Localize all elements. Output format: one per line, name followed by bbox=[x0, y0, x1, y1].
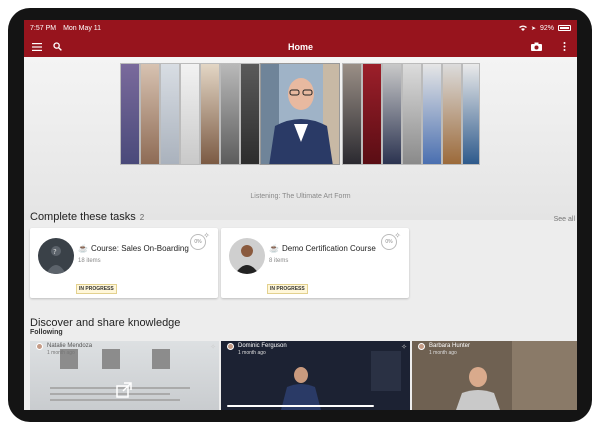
carousel-card[interactable] bbox=[342, 63, 362, 165]
avatar bbox=[418, 343, 425, 350]
app-screen: 7:57 PM Mon May 11 ➤ 92% Home Listening:… bbox=[24, 20, 577, 410]
carousel-card[interactable] bbox=[140, 63, 160, 165]
author-name: Dominic Ferguson bbox=[238, 343, 287, 349]
star-icon[interactable]: ✧ bbox=[210, 343, 216, 351]
carousel-cards bbox=[120, 63, 480, 173]
status-date: Mon May 11 bbox=[63, 24, 102, 32]
tasks-section-title: Complete these tasks 2 bbox=[30, 211, 144, 223]
task-card[interactable]: ☕ Demo Certification Course 8 items IN P… bbox=[221, 228, 409, 298]
tasks-count: 2 bbox=[139, 213, 145, 222]
carousel-card[interactable] bbox=[362, 63, 382, 165]
search-icon[interactable] bbox=[50, 40, 64, 54]
page-title: Home bbox=[287, 41, 313, 52]
carousel-caption: Listening: The Ultimate Art Form bbox=[250, 193, 351, 200]
star-icon[interactable]: ✧ bbox=[401, 343, 407, 351]
course-thumbnail bbox=[229, 238, 265, 274]
carousel-card[interactable] bbox=[120, 63, 140, 165]
star-icon[interactable]: ✧ bbox=[394, 231, 401, 240]
carousel-card[interactable] bbox=[462, 63, 480, 165]
camera-icon[interactable] bbox=[529, 40, 543, 54]
feed-card[interactable]: Natalie Mendoza 1 month ago ✧ bbox=[30, 341, 219, 410]
avatar bbox=[227, 343, 234, 350]
status-time: 7:57 PM bbox=[30, 24, 57, 32]
course-thumbnail: ? bbox=[38, 238, 74, 274]
status-badge: IN PROGRESS bbox=[267, 284, 308, 294]
carousel-featured-card[interactable] bbox=[260, 63, 340, 165]
task-name: ☕ Course: Sales On-Boarding bbox=[78, 244, 189, 253]
status-bar: 7:57 PM Mon May 11 ➤ 92% bbox=[24, 20, 577, 36]
battery-icon bbox=[558, 25, 571, 31]
discover-title: Discover and share knowledge bbox=[30, 317, 181, 329]
external-link-icon[interactable] bbox=[116, 382, 132, 403]
post-time: 1 month ago bbox=[238, 350, 266, 356]
following-label: Following bbox=[30, 329, 63, 336]
course-icon: ☕ bbox=[78, 244, 88, 253]
avatar bbox=[36, 343, 43, 350]
carousel-card[interactable] bbox=[382, 63, 402, 165]
star-icon[interactable]: ✧ bbox=[203, 231, 210, 240]
course-icon: ☕ bbox=[269, 244, 279, 253]
carousel-card[interactable] bbox=[442, 63, 462, 165]
status-badge: IN PROGRESS bbox=[76, 284, 117, 294]
feed-card[interactable]: Barbara Hunter 1 month ago bbox=[412, 341, 577, 410]
post-time: 1 month ago bbox=[47, 350, 75, 356]
svg-text:?: ? bbox=[53, 248, 57, 256]
home-indicator[interactable] bbox=[227, 405, 374, 407]
carousel-card[interactable] bbox=[240, 63, 260, 165]
task-name: ☕ Demo Certification Course bbox=[269, 244, 376, 253]
post-author[interactable]: Natalie Mendoza 1 month ago bbox=[36, 343, 92, 356]
carousel-card[interactable] bbox=[220, 63, 240, 165]
see-all-link[interactable]: See all bbox=[554, 216, 575, 223]
post-author[interactable]: Dominic Ferguson 1 month ago bbox=[227, 343, 287, 356]
task-card[interactable]: ? ☕ Course: Sales On-Boarding 18 items I… bbox=[30, 228, 218, 298]
wifi-icon bbox=[518, 25, 527, 31]
nav-bar: Home bbox=[24, 36, 577, 57]
carousel-card[interactable] bbox=[402, 63, 422, 165]
task-items-count: 8 items bbox=[269, 258, 289, 264]
more-vertical-icon[interactable] bbox=[557, 40, 571, 54]
feed-card[interactable]: Dominic Ferguson 1 month ago ✧ bbox=[221, 341, 410, 410]
location-icon: ➤ bbox=[530, 25, 536, 32]
battery-percent: 92% bbox=[539, 24, 554, 32]
author-name: Natalie Mendoza bbox=[47, 343, 93, 349]
featured-carousel[interactable]: Listening: The Ultimate Art Form bbox=[24, 57, 577, 220]
menu-icon[interactable] bbox=[30, 40, 44, 54]
task-items-count: 18 items bbox=[78, 258, 101, 264]
task-name-label: Demo Certification Course bbox=[281, 244, 376, 253]
carousel-card[interactable] bbox=[160, 63, 180, 165]
carousel-card[interactable] bbox=[422, 63, 442, 165]
presenter-image bbox=[261, 64, 339, 164]
author-name: Barbara Hunter bbox=[429, 343, 471, 349]
tasks-title: Complete these tasks bbox=[30, 211, 136, 223]
task-name-label: Course: Sales On-Boarding bbox=[90, 244, 189, 253]
post-author[interactable]: Barbara Hunter 1 month ago bbox=[418, 343, 470, 356]
post-time: 1 month ago bbox=[429, 350, 457, 356]
carousel-card[interactable] bbox=[200, 63, 220, 165]
carousel-card[interactable] bbox=[180, 63, 200, 165]
